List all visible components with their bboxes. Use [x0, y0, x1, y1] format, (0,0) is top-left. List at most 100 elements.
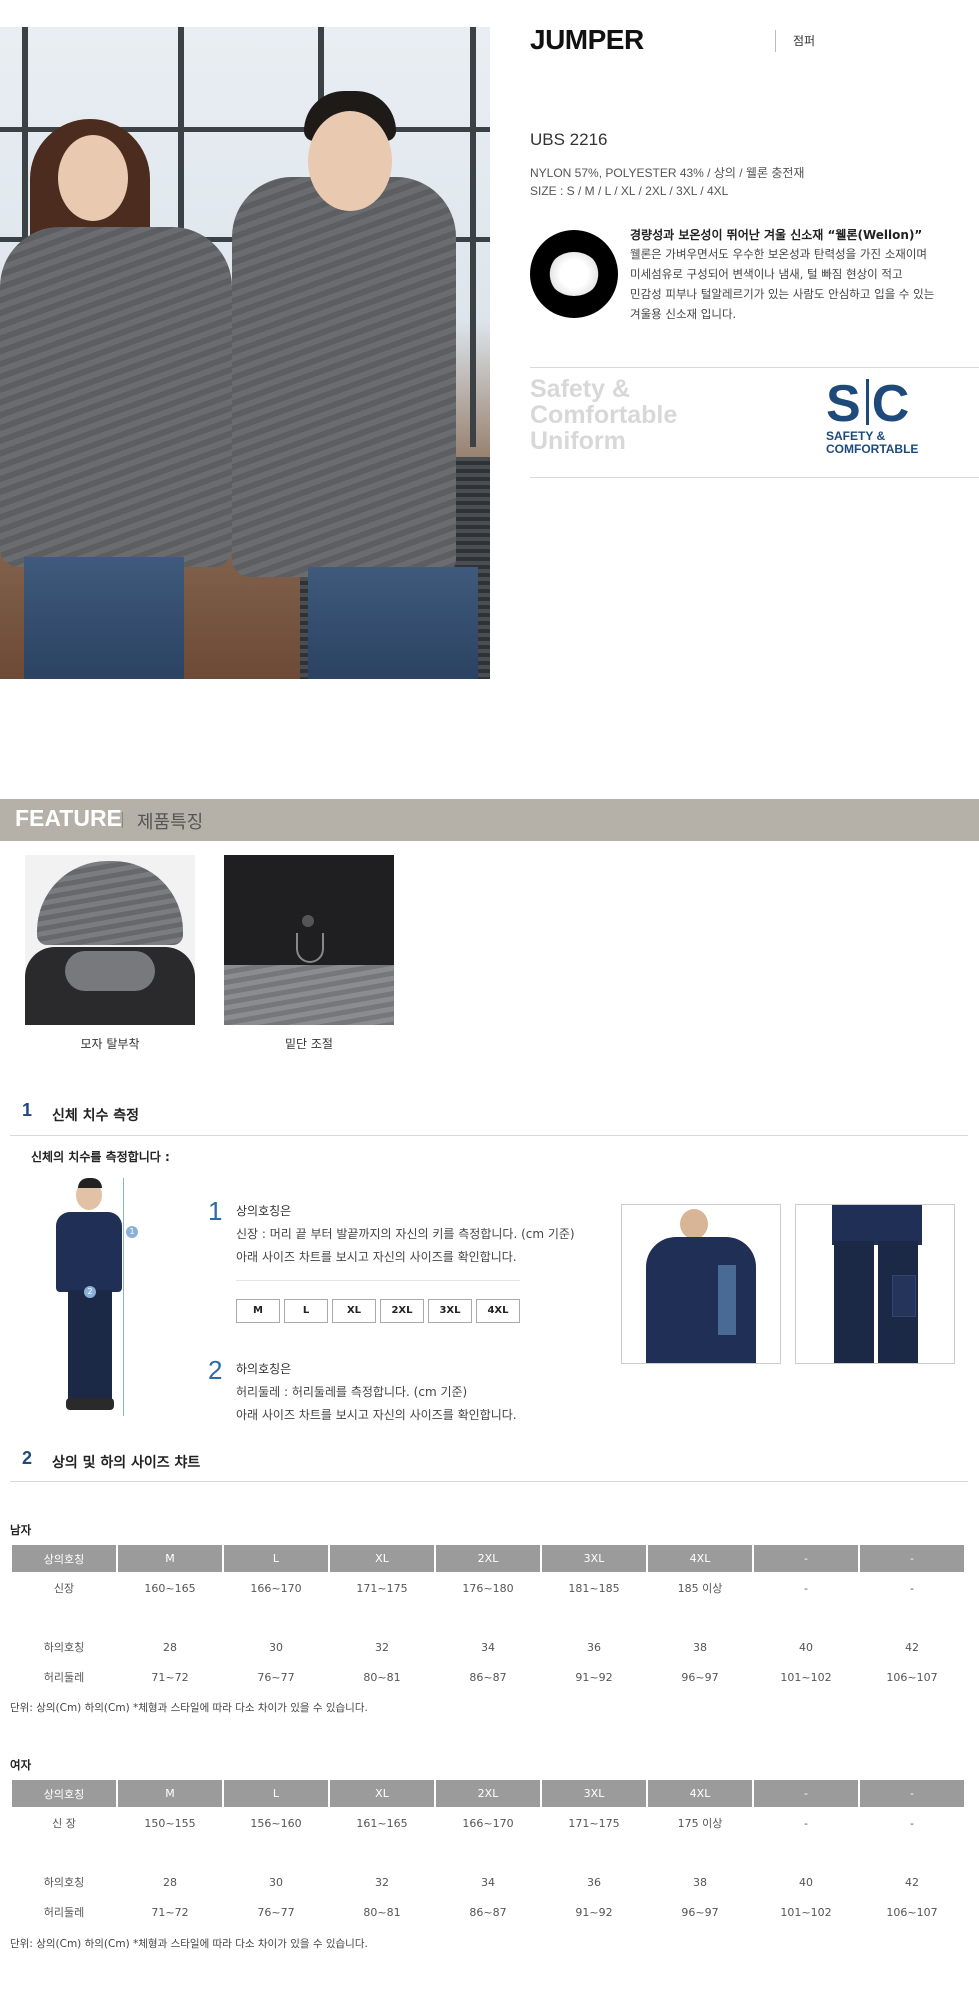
table-row: 허리둘레 71~72 76~77 80~81 86~87 91~92 96~97…	[12, 1897, 964, 1927]
header-cell: M	[118, 1780, 222, 1807]
logo-c: C	[871, 375, 912, 433]
table-row: 하의호칭 28 30 32 34 36 38 40 42	[12, 1867, 964, 1897]
table-cell: 106~107	[886, 1905, 938, 1919]
table-cell: 32	[375, 1875, 389, 1889]
section-number: 1	[22, 1100, 33, 1120]
table-cell: 허리둘레	[43, 1906, 85, 1919]
top-measure-photo	[621, 1204, 781, 1364]
divider	[530, 367, 979, 368]
men-size-table: 상의호칭 M L XL 2XL 3XL 4XL - - 신장 160~165 1…	[10, 1545, 966, 1692]
header-cell: XL	[330, 1545, 434, 1572]
spacer-row	[12, 1604, 964, 1632]
table-cell: 40	[799, 1875, 813, 1889]
table-cell: 71~72	[151, 1670, 189, 1684]
size-button-3xl[interactable]: 3XL	[428, 1299, 472, 1323]
measure-subtitle: 신체의 치수를 측정합니다 :	[31, 1150, 170, 1164]
table-cell: -	[910, 1581, 914, 1595]
table-cell: 하의호칭	[43, 1641, 85, 1654]
table-row: 하의호칭 28 30 32 34 36 38 40 42	[12, 1632, 964, 1662]
table-cell: 185 이상	[677, 1582, 723, 1595]
table-cell: 30	[269, 1640, 283, 1654]
table-cell: 160~165	[144, 1581, 196, 1595]
feature-caption: 밑단 조절	[285, 1037, 333, 1051]
table-cell: -	[804, 1816, 808, 1830]
body-measure-figure: 1 2	[42, 1178, 142, 1418]
table-cell: 176~180	[462, 1581, 514, 1595]
divider	[236, 1280, 520, 1281]
slogan-line: Uniform	[530, 427, 626, 455]
table-cell: 91~92	[575, 1905, 613, 1919]
bottom-size-line: 허리둘레 : 허리둘레를 측정합니다. (cm 기준)	[236, 1385, 468, 1399]
header-cell: L	[224, 1780, 328, 1807]
header-cell: -	[860, 1545, 964, 1572]
header-cell: 2XL	[436, 1545, 540, 1572]
table-cell: 76~77	[257, 1905, 295, 1919]
table-row: 신장 160~165 166~170 171~175 176~180 181~1…	[12, 1572, 964, 1604]
women-label: 여자	[10, 1758, 32, 1772]
feature-divider	[122, 812, 123, 828]
table-cell: 166~170	[250, 1581, 302, 1595]
header-cell: -	[754, 1780, 858, 1807]
hem-detail-photo	[224, 855, 394, 1025]
table-cell: 36	[587, 1640, 601, 1654]
table-cell: 101~102	[780, 1670, 832, 1684]
product-sizes: SIZE : S / M / L / XL / 2XL / 3XL / 4XL	[530, 184, 729, 198]
table-cell: 30	[269, 1875, 283, 1889]
table-cell: 175 이상	[677, 1817, 723, 1830]
table-cell: 38	[693, 1875, 707, 1889]
table-cell: 34	[481, 1640, 495, 1654]
spacer-row	[12, 1839, 964, 1867]
table-cell: 28	[163, 1875, 177, 1889]
table-cell: 150~155	[144, 1816, 196, 1830]
table-header-row: 상의호칭 M L XL 2XL 3XL 4XL - -	[12, 1545, 964, 1572]
wellon-line: 민감성 피부나 털알레르기가 있는 사람도 안심하고 입을 수 있는	[630, 287, 935, 301]
feature-title-kr: 제품특징	[137, 812, 204, 833]
product-title: JUMPER	[530, 24, 644, 55]
table-cell: 181~185	[568, 1581, 620, 1595]
table-cell: 91~92	[575, 1670, 613, 1684]
table-cell: 36	[587, 1875, 601, 1889]
product-material: NYLON 57%, POLYESTER 43% / 상의 / 웰론 충전재	[530, 166, 805, 180]
table-cell: 106~107	[886, 1670, 938, 1684]
header-cell: L	[224, 1545, 328, 1572]
logo-s: S	[826, 375, 863, 433]
header-cell: M	[118, 1545, 222, 1572]
sc-logo: SC	[826, 374, 911, 434]
slogan-line: Comfortable	[530, 401, 678, 429]
header-cell: 2XL	[436, 1780, 540, 1807]
header-cell: 상의호칭	[12, 1545, 116, 1572]
table-cell: 38	[693, 1640, 707, 1654]
divider	[10, 1135, 968, 1136]
section-title: 상의 및 하의 사이즈 챠트	[52, 1455, 201, 1471]
size-button-m[interactable]: M	[236, 1299, 280, 1323]
logo-sub-line: COMFORTABLE	[826, 442, 919, 456]
hood-detail-photo	[25, 855, 195, 1025]
bottom-size-line: 아래 사이즈 차트를 보시고 자신의 사이즈를 확인합니다.	[236, 1408, 517, 1422]
table-cell: 171~175	[568, 1816, 620, 1830]
table-cell: 71~72	[151, 1905, 189, 1919]
product-title-kr: 점퍼	[793, 34, 816, 48]
table-cell: 161~165	[356, 1816, 408, 1830]
step-number: 2	[208, 1355, 223, 1385]
table-cell: 신 장	[52, 1817, 76, 1830]
men-size-note: 단위: 상의(Cm) 하의(Cm) *체형과 스타일에 따라 다소 차이가 있을…	[10, 1702, 368, 1714]
table-cell: 40	[799, 1640, 813, 1654]
table-header-row: 상의호칭 M L XL 2XL 3XL 4XL - -	[12, 1780, 964, 1807]
men-label: 남자	[10, 1523, 32, 1537]
table-cell: 76~77	[257, 1670, 295, 1684]
header-cell: 상의호칭	[12, 1780, 116, 1807]
size-button-l[interactable]: L	[284, 1299, 328, 1323]
top-size-line: 아래 사이즈 차트를 보시고 자신의 사이즈를 확인합니다.	[236, 1250, 517, 1264]
size-button-xl[interactable]: XL	[332, 1299, 376, 1323]
women-size-note: 단위: 상의(Cm) 하의(Cm) *체형과 스타일에 따라 다소 차이가 있을…	[10, 1938, 368, 1950]
product-code: UBS 2216	[530, 130, 608, 149]
table-cell: 28	[163, 1640, 177, 1654]
table-row: 신 장 150~155 156~160 161~165 166~170 171~…	[12, 1807, 964, 1839]
table-cell: -	[804, 1581, 808, 1595]
size-button-2xl[interactable]: 2XL	[380, 1299, 424, 1323]
header-cell: -	[754, 1545, 858, 1572]
table-cell: 신장	[53, 1582, 75, 1595]
feature-caption: 모자 탈부착	[80, 1037, 140, 1051]
size-button-4xl[interactable]: 4XL	[476, 1299, 520, 1323]
hero-model-photo	[0, 27, 490, 679]
